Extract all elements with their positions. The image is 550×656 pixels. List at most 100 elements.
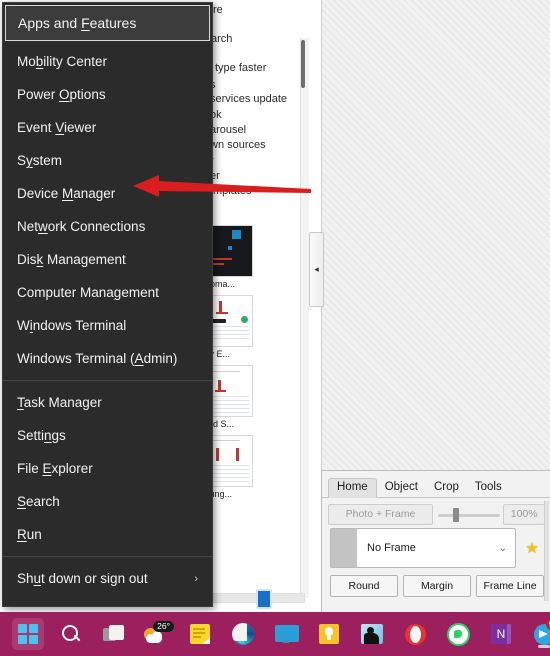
zoom-value-field[interactable]: 100%: [503, 503, 545, 525]
menu-item-label: Network Connections: [17, 219, 146, 234]
chevron-down-icon: ⌄: [498, 542, 507, 554]
telegram-badge: 92: [545, 618, 550, 631]
whatsapp-button[interactable]: [442, 618, 474, 650]
frame-line-button[interactable]: Frame Line: [476, 575, 544, 597]
photo-plus-frame-button[interactable]: Photo + Frame: [328, 503, 433, 525]
frame-action-buttons: Round Margin Frame Line: [330, 575, 544, 597]
edge-button[interactable]: [227, 618, 259, 650]
screenshot-root: re arch type faster s services update ok…: [0, 0, 550, 656]
canvas-area[interactable]: [321, 0, 550, 470]
menu-item-apps-and-features[interactable]: Apps and Features: [5, 5, 210, 41]
panel-tab-bar: Home Object Crop Tools: [322, 476, 550, 498]
zoom-slider-track: [437, 513, 500, 517]
menu-item-shut-down-or-sign-out[interactable]: Shut down or sign out ›: [3, 562, 212, 595]
menu-item-label: System: [17, 153, 63, 168]
margin-button[interactable]: Margin: [403, 575, 471, 597]
weather-widget[interactable]: 26°: [141, 618, 174, 650]
menu-item-power-options[interactable]: Power Options: [3, 78, 212, 111]
doc-text-line: re: [213, 4, 223, 16]
favorite-star-icon[interactable]: ★: [523, 539, 541, 557]
menu-item-label: Mobility Center: [17, 54, 108, 69]
horizontal-scrollbar-track[interactable]: [205, 593, 305, 603]
zoom-slider-thumb[interactable]: [452, 507, 459, 522]
menu-item-mobility-center[interactable]: Mobility Center: [3, 45, 212, 78]
sticky-notes-button[interactable]: [184, 618, 216, 650]
menu-separator: [3, 556, 212, 557]
menu-item-label: Device Manager: [17, 186, 116, 201]
tab-object[interactable]: Object: [377, 479, 426, 498]
panel-scroll-edge: [544, 501, 549, 601]
sticky-notes-icon: [190, 624, 210, 644]
taskbar: 26° N: [0, 612, 550, 656]
zoom-slider[interactable]: [437, 505, 500, 524]
bulb-app-icon: [319, 624, 339, 644]
edge-icon: [232, 623, 254, 645]
menu-item-file-explorer[interactable]: File Explorer: [3, 452, 212, 485]
task-view-icon: [103, 625, 125, 643]
doc-text-line: arch: [211, 33, 233, 45]
frame-select-row: No Frame ⌄ ★: [330, 527, 545, 569]
photo-tools-panel: Home Object Crop Tools Photo + Frame 100…: [321, 470, 550, 613]
frame-select-value: No Frame: [367, 542, 416, 554]
frame-select-dropdown[interactable]: No Frame ⌄: [330, 528, 516, 568]
menu-item-label: Run: [17, 527, 42, 542]
power-user-menu: Apps and Features Mobility Center Power …: [2, 2, 213, 607]
horizontal-scrollbar-thumb[interactable]: [256, 589, 272, 609]
running-indicator: [538, 645, 550, 648]
menu-item-windows-terminal-admin[interactable]: Windows Terminal (Admin): [3, 342, 212, 375]
weather-icon: 26°: [143, 621, 174, 645]
menu-item-windows-terminal[interactable]: Windows Terminal: [3, 309, 212, 342]
search-icon: [61, 624, 81, 644]
menu-item-label: Search: [17, 494, 60, 509]
menu-item-label: Event Viewer: [17, 120, 97, 135]
tab-tools[interactable]: Tools: [467, 479, 510, 498]
menu-item-system[interactable]: System: [3, 144, 212, 177]
menu-item-label: Desktop: [17, 604, 67, 606]
opera-icon: [404, 623, 426, 645]
round-button[interactable]: Round: [330, 575, 398, 597]
doc-text-line: arousel: [210, 124, 247, 136]
onenote-button[interactable]: N: [485, 618, 517, 650]
frame-preview-swatch: [331, 529, 357, 567]
menu-item-label: Task Manager: [17, 395, 102, 410]
menu-item-desktop[interactable]: Desktop: [3, 595, 212, 606]
menu-item-settings[interactable]: Settings: [3, 419, 212, 452]
menu-item-search[interactable]: Search: [3, 485, 212, 518]
doc-text-line: wn sources: [210, 139, 266, 151]
menu-item-label: Apps and Features: [18, 15, 137, 31]
tab-home[interactable]: Home: [328, 477, 377, 498]
onenote-icon: N: [491, 624, 511, 644]
menu-item-label: Windows Terminal: [17, 318, 127, 333]
menu-item-label: File Explorer: [17, 461, 93, 476]
opera-button[interactable]: [399, 618, 431, 650]
monitor-icon: [275, 625, 299, 643]
task-view-button[interactable]: [98, 618, 130, 650]
panel-collapse-handle[interactable]: ◂: [309, 232, 324, 307]
doc-text-line: services update: [210, 93, 288, 105]
menu-item-disk-management[interactable]: Disk Management: [3, 243, 212, 276]
menu-item-run[interactable]: Run: [3, 518, 212, 551]
document-scrollbar-thumb[interactable]: [301, 40, 305, 88]
menu-item-event-viewer[interactable]: Event Viewer: [3, 111, 212, 144]
menu-item-label: Power Options: [17, 87, 106, 102]
menu-item-device-manager[interactable]: Device Manager: [3, 177, 212, 210]
tab-crop[interactable]: Crop: [426, 479, 467, 498]
display-app-button[interactable]: [270, 618, 302, 650]
telegram-button[interactable]: 92: [528, 618, 550, 650]
menu-item-network-connections[interactable]: Network Connections: [3, 210, 212, 243]
onenote-glyph: N: [496, 627, 506, 641]
menu-item-label: Settings: [17, 428, 66, 443]
submenu-arrow-icon: ›: [194, 572, 198, 585]
menu-item-label: Disk Management: [17, 252, 126, 267]
menu-item-task-manager[interactable]: Task Manager: [3, 386, 212, 419]
start-button[interactable]: [12, 618, 44, 650]
weather-temperature: 26°: [153, 621, 174, 633]
menu-item-computer-management[interactable]: Computer Management: [3, 276, 212, 309]
chevron-left-icon: ◂: [314, 264, 319, 274]
notes-app-button[interactable]: [313, 618, 345, 650]
search-button[interactable]: [55, 618, 87, 650]
kindle-button[interactable]: [356, 618, 388, 650]
document-scrollbar-track[interactable]: [300, 38, 309, 598]
menu-item-label: Computer Management: [17, 285, 159, 300]
doc-text-line: type faster: [215, 62, 267, 74]
